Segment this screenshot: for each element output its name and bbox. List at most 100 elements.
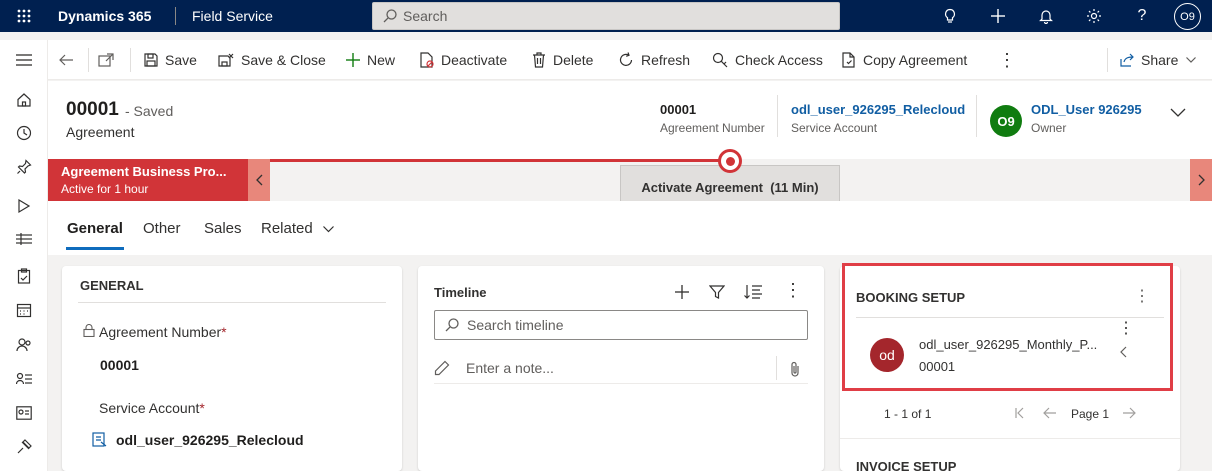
sort-list-icon[interactable] [744, 284, 762, 303]
share-button[interactable]: Share [1120, 40, 1203, 80]
agreement-number-label-text: Agreement Number [99, 324, 222, 340]
general-section: GENERAL Agreement Number* 00001 Service … [62, 266, 402, 471]
user-avatar[interactable]: O9 [1174, 3, 1201, 30]
search-icon [383, 9, 397, 23]
timeline-note-input[interactable]: Enter a note... [434, 352, 808, 384]
new-button[interactable]: New [346, 40, 395, 80]
business-process-flow: Agreement Business Pro... Active for 1 h… [48, 149, 1212, 201]
recent-clock-icon[interactable] [0, 117, 48, 149]
pin-icon[interactable] [0, 151, 48, 183]
deactivate-icon [420, 52, 434, 68]
first-page-icon[interactable] [1014, 406, 1026, 422]
deactivate-button[interactable]: Deactivate [420, 40, 507, 80]
header-agreement-number-label: Agreement Number [660, 121, 765, 135]
tab-other[interactable]: Other [143, 220, 181, 237]
attachment-icon[interactable] [790, 361, 800, 380]
bpf-stage-name: Activate Agreement [641, 180, 763, 195]
refresh-icon [619, 52, 633, 66]
save-and-close-button[interactable]: Save & Close [218, 40, 326, 80]
check-access-icon [712, 52, 728, 68]
divider [840, 438, 1180, 439]
service-account-lookup-link[interactable]: odl_user_926295_Relecloud [116, 432, 304, 448]
bpf-stage-duration: (11 Min) [770, 180, 819, 195]
more-commands-icon[interactable]: ⋮ [998, 40, 1016, 80]
home-icon[interactable] [0, 84, 48, 116]
filter-icon[interactable] [708, 284, 726, 303]
bpf-active-stage-marker-icon[interactable] [718, 149, 742, 173]
divider [130, 48, 131, 72]
share-icon [1120, 53, 1134, 67]
search-icon [445, 318, 459, 332]
bpf-process-name: Agreement Business Pro... [61, 164, 227, 179]
scrollbar[interactable] [1203, 260, 1209, 471]
refresh-button[interactable]: Refresh [618, 40, 690, 80]
plus-icon[interactable] [982, 0, 1014, 32]
global-search-input[interactable]: Search [372, 2, 840, 30]
tab-related[interactable]: Related [261, 220, 334, 237]
app-launcher-icon[interactable] [8, 0, 40, 32]
page-number: Page 1 [1071, 407, 1110, 421]
bpf-previous-chevron-icon[interactable] [248, 159, 270, 201]
header-owner-link[interactable]: ODL_User 926295 [1031, 102, 1142, 117]
save-button[interactable]: Save [144, 40, 197, 80]
clipboard-icon[interactable] [0, 260, 48, 292]
refresh-label: Refresh [641, 52, 691, 68]
highlight-box [842, 263, 1173, 391]
next-page-icon[interactable] [1122, 406, 1136, 422]
bpf-next-chevron-icon[interactable] [1190, 159, 1212, 201]
agreement-number-field[interactable]: 00001 [100, 357, 139, 373]
divider [78, 302, 386, 303]
chevron-down-icon [1186, 57, 1197, 63]
booking-record-count: 1 - 1 of 1 [884, 407, 932, 421]
record-title: 00001 [66, 99, 119, 120]
general-section-title: GENERAL [80, 278, 144, 293]
copy-agreement-button[interactable]: Copy Agreement [842, 40, 967, 80]
tab-sales[interactable]: Sales [204, 220, 242, 237]
divider [776, 356, 777, 380]
calendar-icon[interactable] [0, 294, 48, 326]
share-label: Share [1141, 52, 1179, 68]
invoice-setup-title: INVOICE SETUP [856, 459, 957, 471]
header-agreement-number-value: 00001 [660, 102, 697, 117]
service-account-label: Service Account* [99, 400, 205, 416]
schedule-board-icon[interactable] [0, 223, 48, 255]
bell-icon[interactable] [1030, 0, 1062, 32]
copy-document-icon [842, 52, 855, 68]
bpf-process-flyout[interactable]: Agreement Business Pro... Active for 1 h… [48, 159, 248, 201]
lightbulb-icon[interactable] [934, 0, 966, 32]
module-name[interactable]: Field Service [192, 8, 273, 24]
timeline-more-icon[interactable]: ⋮ [784, 280, 802, 301]
tab-general[interactable]: General [67, 220, 123, 237]
tab-related-label: Related [261, 220, 313, 237]
hamburger-menu-icon[interactable] [0, 44, 48, 76]
trash-icon [533, 52, 545, 68]
lock-icon [83, 324, 95, 340]
timeline-search-input[interactable]: Search timeline [434, 310, 808, 340]
field-service-icon[interactable] [0, 431, 48, 463]
contacts-list-icon[interactable] [0, 363, 48, 395]
resources-icon[interactable] [0, 329, 48, 361]
owner-avatar[interactable]: O9 [990, 105, 1022, 137]
popout-button[interactable] [98, 40, 121, 80]
header-service-account-link[interactable]: odl_user_926295_Relecloud [791, 102, 965, 117]
add-timeline-item-icon[interactable] [674, 284, 690, 303]
help-icon[interactable]: ? [1126, 0, 1158, 32]
deactivate-label: Deactivate [441, 52, 508, 68]
check-access-button[interactable]: Check Access [712, 40, 823, 80]
gear-icon[interactable] [1078, 0, 1110, 32]
app-name[interactable]: Dynamics 365 [58, 8, 151, 24]
play-icon[interactable] [0, 190, 48, 222]
header-expand-chevron-icon[interactable] [1170, 105, 1186, 121]
header-service-account-label: Service Account [791, 121, 878, 135]
back-button[interactable] [58, 40, 81, 80]
timeline-title: Timeline [434, 285, 487, 300]
form-tabs: General Other Sales Related [48, 201, 1212, 255]
contact-card-icon[interactable] [0, 397, 48, 429]
top-bar: Dynamics 365 Field Service Search ? O9 [0, 0, 1212, 32]
delete-button[interactable]: Delete [532, 40, 593, 80]
bpf-active-duration: Active for 1 hour [61, 182, 149, 196]
timeline-section: Timeline ⋮ Search timeline Enter a note.… [418, 266, 824, 471]
previous-page-icon[interactable] [1043, 406, 1057, 422]
left-nav [0, 40, 48, 471]
required-mark: * [221, 324, 227, 340]
